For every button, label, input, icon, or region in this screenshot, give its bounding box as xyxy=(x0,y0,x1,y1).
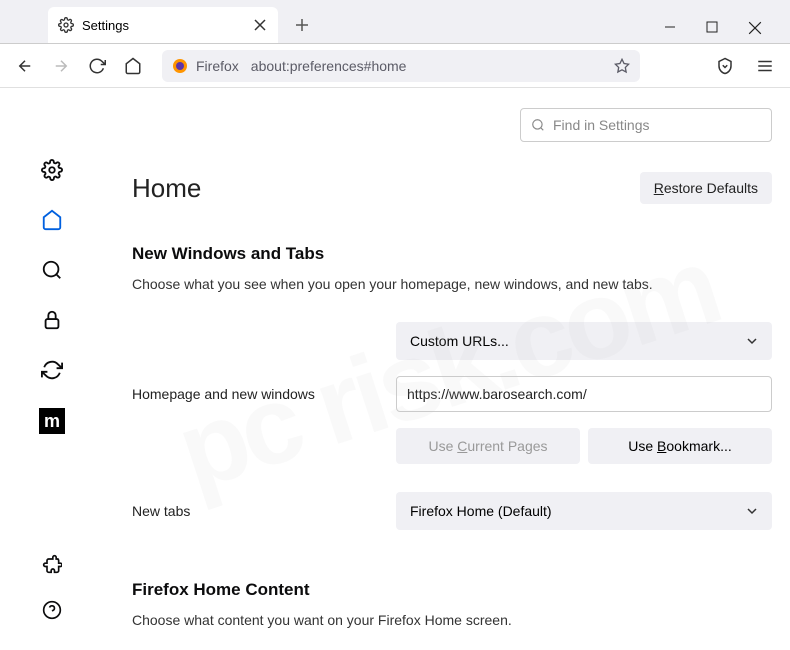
menu-button[interactable] xyxy=(750,51,780,81)
new-tab-button[interactable] xyxy=(288,11,316,39)
bookmark-star-icon[interactable] xyxy=(614,58,630,74)
chevron-down-icon xyxy=(746,335,758,347)
browser-tab[interactable]: Settings xyxy=(48,7,278,43)
section-desc-windows-tabs: Choose what you see when you open your h… xyxy=(132,276,772,292)
newtabs-dropdown[interactable]: Firefox Home (Default) xyxy=(396,492,772,530)
url-prefix: Firefox xyxy=(196,58,239,74)
forward-button[interactable] xyxy=(46,51,76,81)
use-bookmark-button[interactable]: Use Bookmark... xyxy=(588,428,772,464)
gear-icon xyxy=(58,17,74,33)
home-button[interactable] xyxy=(118,51,148,81)
sidebar: m xyxy=(0,88,104,650)
pocket-button[interactable] xyxy=(710,51,740,81)
close-window-button[interactable] xyxy=(748,21,772,35)
search-icon xyxy=(531,118,545,132)
sidebar-help-icon[interactable] xyxy=(40,598,64,622)
homepage-label: Homepage and new windows xyxy=(132,386,396,402)
maximize-button[interactable] xyxy=(706,21,730,35)
chevron-down-icon xyxy=(746,505,758,517)
sidebar-more-icon[interactable]: m xyxy=(39,408,65,434)
newtabs-label: New tabs xyxy=(132,503,396,519)
dropdown-value: Custom URLs... xyxy=(410,333,509,349)
find-settings-input[interactable]: Find in Settings xyxy=(520,108,772,142)
window-controls xyxy=(664,21,790,43)
minimize-button[interactable] xyxy=(664,21,688,35)
use-current-pages-button[interactable]: Use Current Pages xyxy=(396,428,580,464)
title-bar: Settings xyxy=(0,0,790,44)
sidebar-privacy-icon[interactable] xyxy=(40,308,64,332)
section-heading-windows-tabs: New Windows and Tabs xyxy=(132,244,772,264)
sidebar-extensions-icon[interactable] xyxy=(40,552,64,576)
page-title: Home xyxy=(132,173,201,204)
url-text: about:preferences#home xyxy=(251,58,407,74)
close-tab-icon[interactable] xyxy=(252,17,268,33)
content-area: m Find in Settings Home Restore Defaults… xyxy=(0,88,790,650)
main-panel: Find in Settings Home Restore Defaults N… xyxy=(104,88,790,650)
sidebar-general-icon[interactable] xyxy=(40,158,64,182)
firefox-icon xyxy=(172,58,188,74)
homepage-mode-dropdown[interactable]: Custom URLs... xyxy=(396,322,772,360)
sidebar-search-icon[interactable] xyxy=(40,258,64,282)
section-desc-home-content: Choose what content you want on your Fir… xyxy=(132,612,772,628)
navigation-bar: Firefox about:preferences#home xyxy=(0,44,790,88)
section-heading-home-content: Firefox Home Content xyxy=(132,580,772,600)
restore-defaults-button[interactable]: Restore Defaults xyxy=(640,172,772,204)
homepage-url-input[interactable] xyxy=(396,376,772,412)
tab-title: Settings xyxy=(82,18,244,33)
reload-button[interactable] xyxy=(82,51,112,81)
find-placeholder: Find in Settings xyxy=(553,117,650,133)
sidebar-home-icon[interactable] xyxy=(40,208,64,232)
sidebar-sync-icon[interactable] xyxy=(40,358,64,382)
watermark: pc risk.com xyxy=(163,223,731,516)
url-bar[interactable]: Firefox about:preferences#home xyxy=(162,50,640,82)
dropdown-value: Firefox Home (Default) xyxy=(410,503,552,519)
back-button[interactable] xyxy=(10,51,40,81)
